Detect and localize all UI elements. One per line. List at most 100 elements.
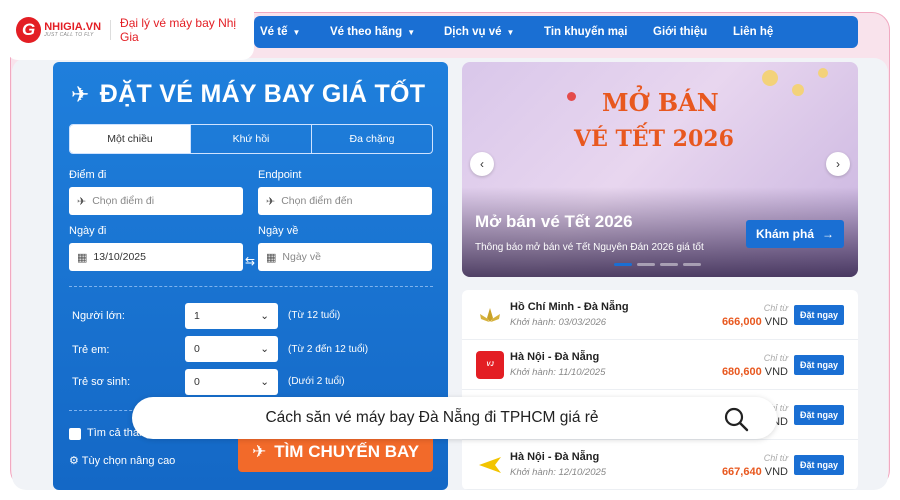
price-value: 680,600 — [721, 366, 762, 378]
origin-field[interactable]: ✈ Chọn điểm đi — [69, 187, 243, 215]
nav-item-ve-te[interactable]: Vé tế ▼ — [260, 26, 300, 38]
deal-item[interactable]: Hà Nội - Đà Nẵng Khởi hành: 12/10/2025 C… — [462, 440, 858, 490]
price-currency: VND — [764, 316, 788, 328]
deal-item[interactable]: Hồ Chí Minh - Đà Nẵng Khởi hành: 03/03/2… — [462, 290, 858, 340]
depart-date-value: 13/10/2025 — [93, 251, 146, 263]
deal-depart: Khởi hành: 12/10/2025 — [510, 467, 607, 478]
nav-item-ve-theo-hang[interactable]: Vé theo hãng ▼ — [330, 26, 415, 38]
article-search-bar[interactable]: Cách săn vé máy bay Đà Nẵng đi TPHCM giá… — [132, 397, 777, 439]
infant-select[interactable]: 0 ⌄ — [185, 369, 278, 395]
nav-label: Dịch vụ vé — [444, 26, 502, 38]
whole-month-checkbox[interactable] — [69, 428, 81, 440]
depart-date-label: Ngày đi — [69, 225, 107, 237]
explore-label: Khám phá — [755, 227, 814, 241]
tab-round-trip[interactable]: Khứ hồi — [191, 125, 312, 153]
child-select[interactable]: 0 ⌄ — [185, 336, 278, 362]
slide-dot[interactable] — [683, 263, 701, 266]
advanced-options-label: Tùy chọn nâng cao — [81, 455, 176, 467]
calendar-icon: ▦ — [266, 251, 277, 264]
nav-item-dich-vu-ve[interactable]: Dịch vụ vé ▼ — [444, 26, 514, 38]
price-currency: VND — [764, 366, 788, 378]
chevron-down-icon: ▼ — [407, 27, 416, 37]
chevron-down-icon: ⌄ — [260, 376, 269, 388]
nav-label: Giới thiệu — [653, 26, 708, 38]
origin-label: Điểm đi — [69, 169, 107, 181]
nav-label: Vé theo hãng — [330, 26, 403, 38]
destination-label: Endpoint — [258, 169, 302, 181]
banner-subtitle: Thông báo mở bán vé Tết Nguyên Đán 2026 … — [475, 242, 704, 253]
book-now-button[interactable]: Đặt ngay — [794, 305, 844, 325]
divider — [69, 286, 433, 287]
book-now-button[interactable]: Đặt ngay — [794, 455, 844, 475]
price-currency: VND — [764, 466, 788, 478]
depart-date-field[interactable]: ▦ 13/10/2025 — [69, 243, 243, 271]
slide-dot[interactable] — [614, 263, 632, 266]
search-bar-text: Cách săn vé máy bay Đà Nẵng đi TPHCM giá… — [265, 409, 599, 426]
next-slide-button[interactable]: › — [826, 152, 850, 176]
logo-tagline: JUST CALL TO FLY — [44, 32, 94, 38]
deal-route: Hà Nội - Đà Nẵng — [510, 351, 600, 363]
vietjet-icon: VJ — [476, 351, 504, 379]
bamboo-icon — [476, 451, 504, 479]
child-value: 0 — [194, 343, 200, 355]
deal-price: 666,000 VND — [722, 316, 788, 328]
nav-item-lien-he[interactable]: Liên hệ — [733, 26, 773, 38]
nav-label: Tin khuyến mại — [544, 26, 628, 38]
advanced-options[interactable]: ⚙ Tùy chọn nâng cao — [69, 454, 175, 467]
origin-placeholder: Chọn điểm đi — [92, 195, 155, 207]
chevron-down-icon: ⌄ — [260, 343, 269, 355]
infant-value: 0 — [194, 376, 200, 388]
promo-banner[interactable]: MỞ BÁN VÉ TẾT 2026 Mở bán vé Tết 2026 Th… — [462, 62, 858, 277]
banner-headline: MỞ BÁN — [602, 88, 719, 117]
deal-from-label: Chỉ từ — [763, 303, 788, 313]
airplane-icon: ✈ — [251, 442, 267, 461]
return-date-placeholder: Ngày về — [282, 251, 321, 263]
destination-field[interactable]: ✈ Chọn điểm đến — [258, 187, 432, 215]
adult-label: Người lớn: — [72, 310, 125, 322]
booking-title-text: ĐẶT VÉ MÁY BAY GIÁ TỐT — [99, 80, 426, 108]
arrow-right-icon: → — [822, 227, 834, 241]
blossom-decoration — [762, 70, 778, 86]
price-value: 667,640 — [721, 466, 762, 478]
deal-depart: Khởi hành: 11/10/2025 — [510, 367, 606, 378]
slide-dot[interactable] — [637, 263, 655, 266]
takeoff-icon: ✈ — [77, 195, 87, 208]
destination-placeholder: Chọn điểm đến — [281, 195, 353, 207]
price-value: 666,000 — [721, 316, 762, 328]
deal-price: 680,600 VND — [722, 366, 788, 378]
logo-divider — [110, 20, 112, 40]
banner-title: Mở bán vé Tết 2026 — [475, 212, 633, 231]
search-icon[interactable] — [722, 405, 750, 433]
adult-select[interactable]: 1 ⌄ — [185, 303, 278, 329]
airplane-icon: ✈ — [71, 81, 90, 107]
child-note: (Từ 2 đến 12 tuổi) — [288, 344, 369, 355]
book-now-button[interactable]: Đặt ngay — [794, 355, 844, 375]
blossom-decoration — [818, 68, 828, 78]
lantern-decoration — [567, 92, 576, 101]
infant-label: Trẻ sơ sinh: — [72, 376, 131, 388]
return-date-field[interactable]: ▦ Ngày về — [258, 243, 432, 271]
tab-multi-city[interactable]: Đa chặng — [312, 125, 432, 153]
book-now-button[interactable]: Đặt ngay — [794, 405, 844, 425]
chevron-down-icon: ▼ — [506, 27, 515, 37]
trip-type-tabs: Một chiều Khứ hồi Đa chặng — [69, 124, 433, 154]
nav-item-gioi-thieu[interactable]: Giới thiệu — [653, 26, 707, 38]
blossom-decoration — [792, 84, 804, 96]
prev-slide-button[interactable]: ‹ — [470, 152, 494, 176]
tab-one-way[interactable]: Một chiều — [70, 125, 191, 153]
slide-dot[interactable] — [660, 263, 678, 266]
explore-button[interactable]: Khám phá → — [746, 220, 844, 248]
adult-value: 1 — [194, 310, 200, 322]
deal-from-label: Chỉ từ — [763, 353, 788, 363]
deal-item[interactable]: VJ Hà Nội - Đà Nẵng Khởi hành: 11/10/202… — [462, 340, 858, 390]
booking-title: ✈ ĐẶT VÉ MÁY BAY GIÁ TỐT — [71, 80, 425, 109]
lotus-icon — [476, 301, 504, 329]
nav-item-tin-khuyen-mai[interactable]: Tin khuyến mại — [544, 26, 628, 38]
banner-headline: VÉ TẾT 2026 — [574, 126, 734, 152]
chevron-down-icon: ▼ — [292, 27, 301, 37]
slide-indicators — [614, 263, 701, 266]
swap-icon[interactable]: ⇆ — [245, 254, 255, 268]
gear-icon: ⚙ — [69, 455, 79, 467]
main-nav: Vé tế ▼ Vé theo hãng ▼ Dịch vụ vé ▼ Tin khu… — [254, 16, 858, 48]
site-header-logo[interactable]: G NHIGIA.VN JUST CALL TO FLY Đại lý vé m… — [6, 0, 254, 60]
